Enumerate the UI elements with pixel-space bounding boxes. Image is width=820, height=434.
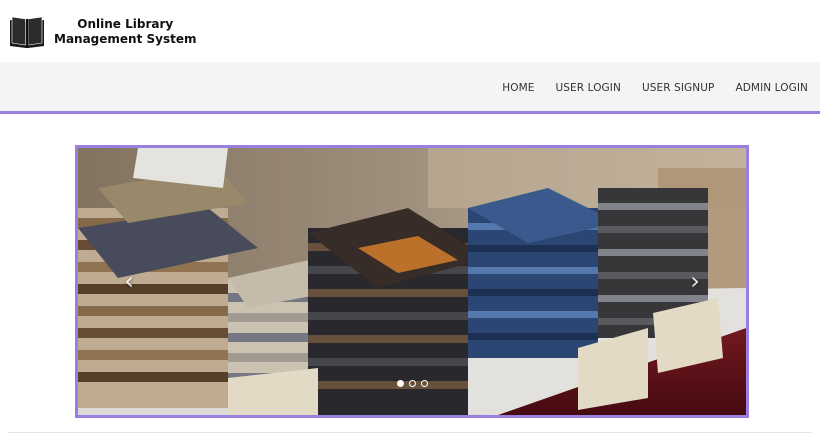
nav-home-link[interactable]: HOME [502,82,534,94]
brand[interactable]: Online Library Management System [8,12,197,52]
carousel-slide-image [78,148,746,415]
chevron-left-icon[interactable]: ‹ [118,266,140,296]
book-icon [10,16,44,48]
carousel-indicators [78,380,746,387]
nav-user-login-link[interactable]: USER LOGIN [556,82,621,94]
nav-admin-login-link[interactable]: ADMIN LOGIN [735,82,808,94]
nav-user-signup-link[interactable]: USER SIGNUP [642,82,715,94]
main-nav: HOME USER LOGIN USER SIGNUP ADMIN LOGIN [481,62,808,114]
site-title: Online Library Management System [54,17,197,47]
site-title-line1: Online Library [77,17,174,31]
chevron-right-icon[interactable]: › [684,266,706,296]
carousel-indicator-1[interactable] [396,380,404,387]
carousel-indicator-2[interactable] [408,380,416,387]
carousel-indicator-3[interactable] [420,380,428,387]
content-divider [8,432,812,433]
site-title-line2: Management System [54,32,197,46]
image-carousel: ‹ › [75,145,749,418]
navbar: HOME USER LOGIN USER SIGNUP ADMIN LOGIN [0,62,820,114]
